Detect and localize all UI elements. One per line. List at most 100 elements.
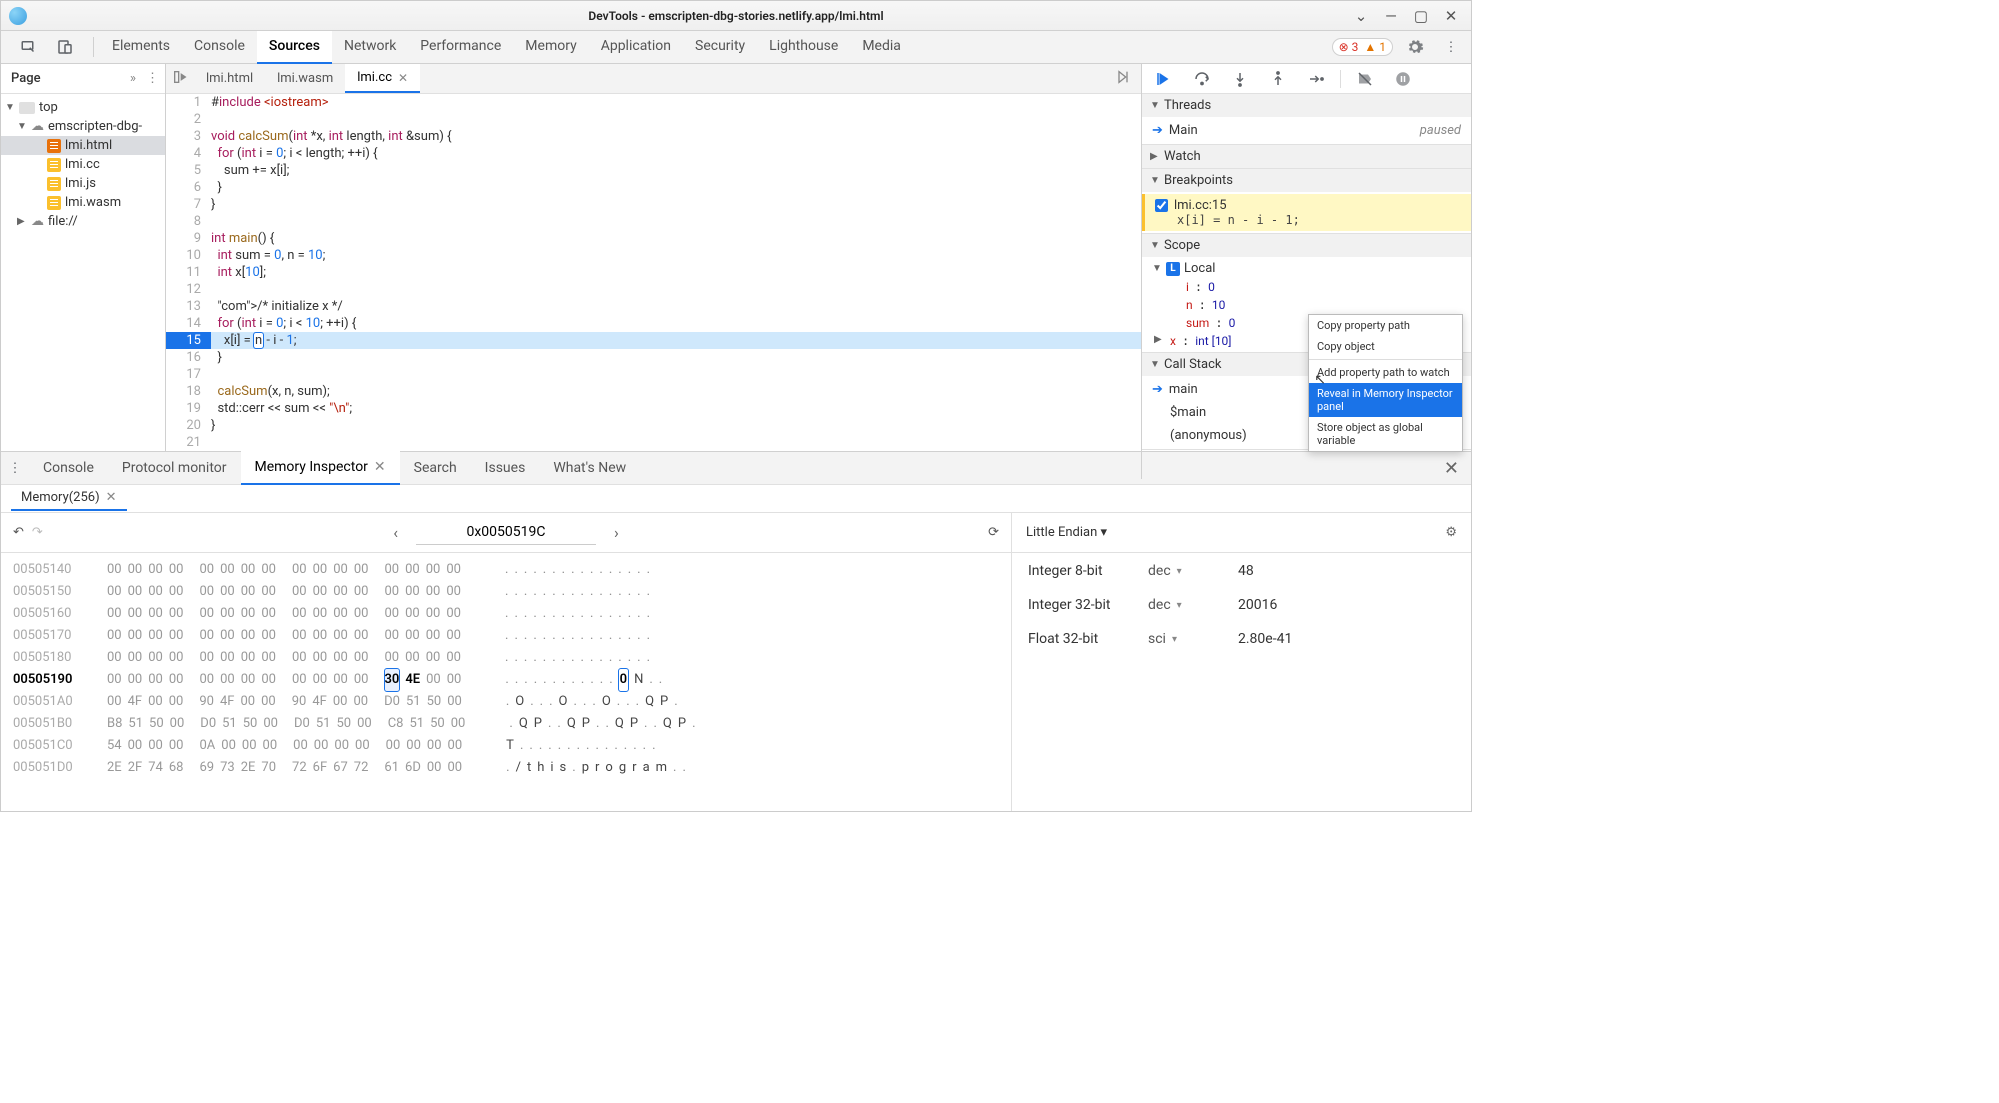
more-tabs-icon[interactable]: »	[130, 71, 136, 86]
page-dropdown[interactable]: Page	[11, 71, 41, 86]
context-menu-item[interactable]: Add property path to watch	[1309, 362, 1462, 383]
value-display: 2.80e-41	[1238, 631, 1455, 647]
drawer-tab[interactable]: Search	[400, 452, 471, 484]
close-icon[interactable]: ✕	[398, 71, 408, 85]
drawer-tab[interactable]: Protocol monitor	[108, 452, 241, 484]
close-icon[interactable]: ✕	[106, 490, 117, 505]
tree-file[interactable]: lmi.js	[1, 174, 165, 193]
tab-memory[interactable]: Memory	[513, 30, 588, 64]
hex-view[interactable]: 0050514000000000000000000000000000000000…	[1, 553, 1011, 811]
source-tab[interactable]: lmi.wasm	[265, 64, 345, 93]
memory-tab[interactable]: Memory(256)✕	[11, 486, 127, 511]
source-tabs: lmi.htmllmi.wasmlmi.cc✕	[166, 64, 1141, 94]
source-tab[interactable]: lmi.html	[194, 64, 265, 93]
file-tree: ▼top ▼☁emscripten-dbg- lmi.htmllmi.cclmi…	[1, 94, 165, 235]
step-icon[interactable]	[1302, 65, 1330, 93]
tab-elements[interactable]: Elements	[100, 30, 182, 64]
close-icon[interactable]: ✕	[374, 459, 386, 475]
window-maximize-icon[interactable]: ▢	[1413, 7, 1429, 25]
step-into-icon[interactable]	[1226, 65, 1254, 93]
tree-origin[interactable]: ▼☁emscripten-dbg-	[1, 117, 165, 136]
tab-network[interactable]: Network	[332, 30, 408, 64]
tab-sources[interactable]: Sources	[257, 30, 332, 64]
value-format-select[interactable]: sci	[1148, 631, 1238, 647]
window-collapse-icon[interactable]: ⌄	[1353, 7, 1369, 25]
chromium-icon	[9, 7, 27, 25]
context-menu-item[interactable]: Copy property path	[1309, 315, 1462, 336]
memory-settings-icon[interactable]: ⚙	[1445, 525, 1457, 540]
navigator-panel: Page » ⋮ ▼top ▼☁emscripten-dbg- lmi.html…	[1, 64, 166, 479]
drawer-menu-icon[interactable]: ⋮	[1, 454, 29, 482]
address-prev-icon[interactable]: ‹	[385, 523, 406, 542]
value-type-label: Integer 32-bit	[1028, 597, 1148, 613]
thread-row[interactable]: ➔ Main paused	[1142, 119, 1471, 142]
address-input[interactable]	[416, 520, 596, 545]
tab-security[interactable]: Security	[683, 30, 757, 64]
tab-media[interactable]: Media	[850, 30, 913, 64]
pause-on-exceptions-icon[interactable]	[1389, 65, 1417, 93]
drawer-tab[interactable]: Issues	[471, 452, 540, 484]
refresh-icon[interactable]: ⟳	[988, 525, 999, 540]
window-titlebar: DevTools - emscripten-dbg-stories.netlif…	[1, 1, 1471, 31]
settings-gear-icon[interactable]	[1401, 33, 1429, 61]
tree-file[interactable]: lmi.cc	[1, 155, 165, 174]
device-toggle-icon[interactable]	[51, 33, 79, 61]
address-next-icon[interactable]: ›	[606, 523, 627, 542]
value-type-label: Integer 8-bit	[1028, 563, 1148, 579]
breakpoints-section-header[interactable]: ▼Breakpoints	[1142, 169, 1471, 192]
inspect-icon[interactable]	[15, 33, 43, 61]
context-menu-item[interactable]: Store object as global variable	[1309, 417, 1462, 451]
window-close-icon[interactable]: ✕	[1443, 7, 1459, 25]
scope-section-header[interactable]: ▼Scope	[1142, 234, 1471, 257]
scope-local[interactable]: ▼LLocal	[1142, 259, 1471, 278]
endianness-select[interactable]: Little Endian ▾	[1026, 525, 1107, 540]
context-menu-item[interactable]: Reveal in Memory Inspector panel	[1309, 383, 1462, 417]
undo-icon[interactable]: ↶	[13, 525, 24, 540]
breakpoint-item[interactable]: lmi.cc:15 x[i] = n - i - 1;	[1142, 194, 1471, 231]
value-display: 48	[1238, 563, 1455, 579]
warning-count-icon: ▲ 1	[1364, 40, 1386, 54]
tab-application[interactable]: Application	[589, 30, 683, 64]
step-over-icon[interactable]	[1188, 65, 1216, 93]
issues-badge[interactable]: ⊗ 3 ▲ 1	[1332, 38, 1393, 56]
redo-icon[interactable]: ↷	[32, 525, 43, 540]
memory-address-bar: ↶ ↷ ‹ › ⟳	[1, 513, 1011, 553]
code-editor[interactable]: 1#include <iostream>23void calcSum(int *…	[166, 94, 1141, 451]
value-display: 20016	[1238, 597, 1455, 613]
thread-name: Main	[1169, 123, 1198, 138]
window-minimize-icon[interactable]: —	[1383, 7, 1399, 25]
breakpoint-checkbox[interactable]	[1155, 199, 1168, 212]
context-menu: Copy property pathCopy object Add propert…	[1308, 314, 1463, 452]
navigator-menu-icon[interactable]: ⋮	[146, 71, 159, 86]
watch-section-header[interactable]: ▶Watch	[1142, 145, 1471, 168]
tree-file[interactable]: lmi.wasm	[1, 193, 165, 212]
breakpoint-code: x[i] = n - i - 1;	[1155, 213, 1461, 227]
thread-state: paused	[1420, 123, 1461, 138]
value-format-select[interactable]: dec	[1148, 563, 1238, 579]
tree-file-scheme[interactable]: ▶☁file://	[1, 212, 165, 231]
kebab-menu-icon[interactable]: ⋮	[1437, 33, 1465, 61]
value-type-label: Float 32-bit	[1028, 631, 1148, 647]
tab-performance[interactable]: Performance	[408, 30, 513, 64]
tree-file[interactable]: lmi.html	[1, 136, 165, 155]
tab-console[interactable]: Console	[182, 30, 257, 64]
drawer-tab[interactable]: What's New	[539, 452, 640, 484]
context-menu-item[interactable]: Copy object	[1309, 336, 1462, 357]
step-out-icon[interactable]	[1264, 65, 1292, 93]
scope-variable[interactable]: i: 0	[1142, 278, 1471, 296]
value-format-select[interactable]: dec	[1148, 597, 1238, 613]
run-snippet-icon[interactable]	[1105, 69, 1141, 89]
source-editor-panel: lmi.htmllmi.wasmlmi.cc✕ 1#include <iostr…	[166, 64, 1141, 479]
tree-top[interactable]: ▼top	[1, 98, 165, 117]
source-tab[interactable]: lmi.cc✕	[345, 64, 420, 93]
current-thread-arrow-icon: ➔	[1152, 123, 1163, 138]
drawer-tab[interactable]: Console	[29, 452, 108, 484]
threads-section-header[interactable]: ▼Threads	[1142, 94, 1471, 117]
drawer-tab[interactable]: Memory Inspector✕	[241, 451, 400, 485]
tab-lighthouse[interactable]: Lighthouse	[757, 30, 850, 64]
breakpoint-location: lmi.cc:15	[1174, 198, 1227, 213]
scope-variable[interactable]: n: 10	[1142, 296, 1471, 314]
deactivate-breakpoints-icon[interactable]	[1351, 65, 1379, 93]
resume-button[interactable]	[1150, 65, 1178, 93]
history-dropdown-icon[interactable]	[166, 69, 194, 89]
